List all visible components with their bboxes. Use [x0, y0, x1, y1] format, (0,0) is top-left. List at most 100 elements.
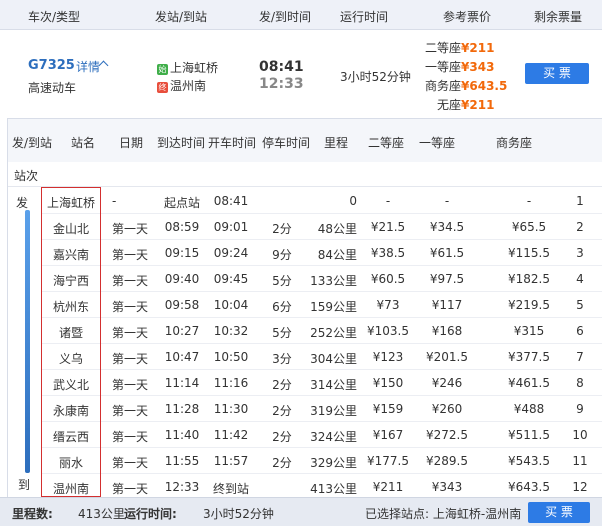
- cell-km: 0: [349, 194, 357, 208]
- table-row[interactable]: 上海虹桥 - 起点站 08:41 0- - -1: [41, 188, 602, 214]
- timetable-panel: 发/到站 站名 日期 到达时间 开车时间 停车时间 里程 二等座 一等座 商务座…: [7, 118, 602, 500]
- cell-km: 133公里: [310, 274, 357, 288]
- footer-time-value: 3小时52分钟: [203, 507, 274, 521]
- detail-link[interactable]: 详情: [76, 58, 100, 75]
- cell-name[interactable]: 诸暨: [41, 324, 101, 341]
- chevron-up-icon[interactable]: [98, 60, 109, 71]
- cell-p1: ¥201.5: [426, 350, 468, 364]
- cell-name[interactable]: 缙云西: [41, 428, 101, 445]
- header-duration: 运行时间: [340, 10, 389, 24]
- cell-pb: -: [526, 194, 532, 208]
- cell-pb: ¥115.5: [508, 246, 550, 260]
- cell-arr: 10:27: [164, 324, 200, 338]
- buy-ticket-button[interactable]: 买 票: [525, 63, 589, 84]
- cell-day: -: [112, 194, 117, 208]
- cell-p1: ¥246: [431, 376, 463, 390]
- cell-pb: ¥219.5: [508, 298, 550, 312]
- cell-p1: ¥260: [431, 402, 463, 416]
- departure-station: 始上海虹桥: [157, 59, 218, 76]
- cell-arr: 11:28: [164, 402, 200, 416]
- cell-dep: 09:24: [213, 246, 249, 260]
- cell-name[interactable]: 海宁西: [41, 272, 101, 289]
- train-summary-row: G7325 详情 高速动车 始上海虹桥 终温州南 08:41 12:33 3小时…: [0, 30, 602, 118]
- table-row[interactable]: 诸暨 第一天 10:27 10:32 5分 252公里 ¥103.5 ¥168 ¥315 6: [41, 318, 602, 344]
- cell-pb: ¥488: [513, 402, 545, 416]
- travel-duration: 3小时52分钟: [340, 70, 411, 84]
- start-badge-icon: 始: [157, 64, 168, 75]
- cell-name[interactable]: 金山北: [41, 220, 101, 237]
- cell-arr: 10:47: [164, 350, 200, 364]
- col-dep-arr: 发/到站: [12, 136, 53, 150]
- footer-km-label: 里程数:: [12, 507, 53, 521]
- cell-stop: 5分: [272, 274, 292, 288]
- cell-dep: 11:57: [213, 454, 249, 468]
- cell-day: 第一天: [112, 274, 149, 288]
- cell-day: 第一天: [112, 456, 149, 470]
- cell-p2: ¥150: [372, 376, 404, 390]
- cell-stop: 2分: [272, 404, 292, 418]
- departure-time: 08:41: [259, 59, 304, 75]
- col-distance: 里程: [324, 136, 349, 150]
- header-stations: 发站/到站: [155, 10, 208, 24]
- cell-idx: 8: [576, 376, 584, 390]
- rail-start-label: 发: [16, 196, 29, 210]
- cell-stop: 5分: [272, 326, 292, 340]
- cell-name[interactable]: 丽水: [41, 454, 101, 471]
- cell-p1: ¥272.5: [426, 428, 468, 442]
- cell-name[interactable]: 义乌: [41, 350, 101, 367]
- cell-stop: 9分: [272, 248, 292, 262]
- price-business-class: 商务座¥643.5: [425, 79, 508, 93]
- header-train-type: 车次/类型: [28, 10, 81, 24]
- col-first-class: 一等座: [419, 136, 456, 150]
- cell-name[interactable]: 永康南: [41, 402, 101, 419]
- cell-name[interactable]: 武义北: [41, 376, 101, 393]
- cell-day: 第一天: [112, 430, 149, 444]
- col-stop: 停车时间: [262, 136, 311, 150]
- cell-p2: ¥73: [376, 298, 400, 312]
- timetable-subheader: 站次: [8, 162, 602, 187]
- cell-p1: ¥117: [431, 298, 463, 312]
- table-row[interactable]: 永康南 第一天 11:28 11:30 2分 319公里 ¥159 ¥260 ¥488 9: [41, 396, 602, 422]
- cell-km: 324公里: [310, 430, 357, 444]
- cell-arr: 09:15: [164, 246, 200, 260]
- cell-p2: ¥211: [372, 480, 404, 494]
- cell-name[interactable]: 嘉兴南: [41, 246, 101, 263]
- cell-stop: 2分: [272, 222, 292, 236]
- table-row[interactable]: 嘉兴南 第一天 09:15 09:24 9分 84公里 ¥38.5 ¥61.5 ¥115.5 3: [41, 240, 602, 266]
- cell-dep: 08:41: [213, 194, 249, 208]
- table-row[interactable]: 金山北 第一天 08:59 09:01 2分 48公里 ¥21.5 ¥34.5 ¥65.5 2: [41, 214, 602, 240]
- cell-pb: ¥643.5: [508, 480, 550, 494]
- cell-p1: ¥168: [431, 324, 463, 338]
- table-row[interactable]: 杭州东 第一天 09:58 10:04 6分 159公里 ¥73 ¥117 ¥219.5 5: [41, 292, 602, 318]
- price-second-class: 二等座¥211: [425, 41, 495, 55]
- cell-km: 48公里: [317, 222, 357, 236]
- cell-km: 252公里: [310, 326, 357, 340]
- cell-name[interactable]: 杭州东: [41, 298, 101, 315]
- footer-buy-button[interactable]: 买 票: [528, 502, 590, 523]
- cell-km: 319公里: [310, 404, 357, 418]
- cell-arr: 09:40: [164, 272, 200, 286]
- cell-dep: 11:42: [213, 428, 249, 442]
- cell-p2: -: [385, 194, 391, 208]
- cell-p1: -: [444, 194, 450, 208]
- table-row[interactable]: 缙云西 第一天 11:40 11:42 2分 324公里 ¥167 ¥272.5 ¥511.5 1…: [41, 422, 602, 448]
- table-row[interactable]: 义乌 第一天 10:47 10:50 3分 304公里 ¥123 ¥201.5 ¥377.5 7: [41, 344, 602, 370]
- cell-arr: 09:58: [164, 298, 200, 312]
- cell-km: 159公里: [310, 300, 357, 314]
- cell-pb: ¥377.5: [508, 350, 550, 364]
- table-row[interactable]: 武义北 第一天 11:14 11:16 2分 314公里 ¥150 ¥246 ¥461.5 8: [41, 370, 602, 396]
- cell-p2: ¥60.5: [370, 272, 406, 286]
- train-number[interactable]: G7325: [28, 58, 75, 73]
- cell-stop: 6分: [272, 300, 292, 314]
- cell-pb: ¥315: [513, 324, 545, 338]
- cell-name[interactable]: 温州南: [41, 480, 101, 497]
- col-departure: 开车时间: [208, 136, 257, 150]
- cell-p1: ¥97.5: [429, 272, 465, 286]
- cell-km: 413公里: [310, 482, 357, 496]
- footer-selected-stations: 已选择站点: 上海虹桥-温州南: [365, 507, 522, 521]
- table-row[interactable]: 丽水 第一天 11:55 11:57 2分 329公里 ¥177.5 ¥289.5 ¥543.5…: [41, 448, 602, 474]
- cell-name[interactable]: 上海虹桥: [41, 194, 101, 211]
- table-row[interactable]: 海宁西 第一天 09:40 09:45 5分 133公里 ¥60.5 ¥97.5 ¥182.5 4: [41, 266, 602, 292]
- cell-km: 314公里: [310, 378, 357, 392]
- cell-dep: 09:01: [213, 220, 249, 234]
